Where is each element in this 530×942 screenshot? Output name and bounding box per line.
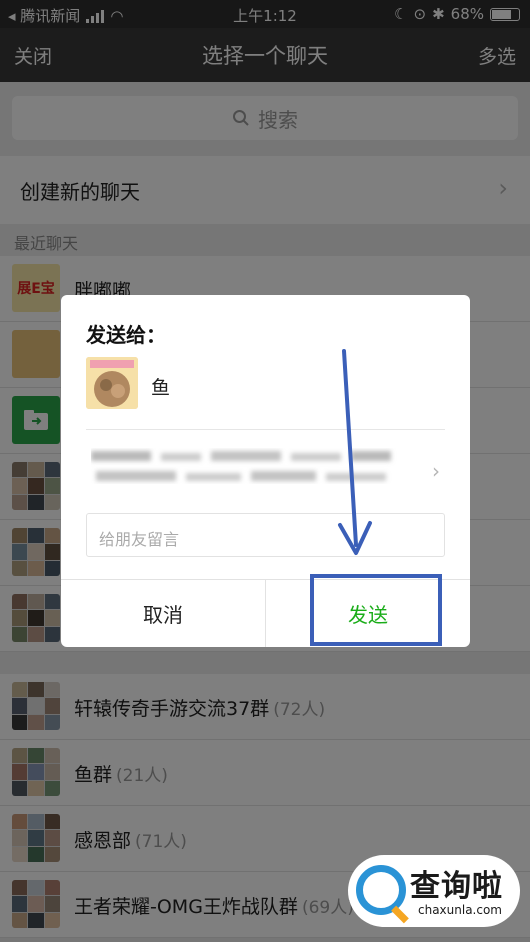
recipient-name: 鱼 <box>151 377 171 399</box>
highlight-box <box>310 574 442 646</box>
watermark-url: chaxunla.com <box>418 903 502 917</box>
chevron-right-icon: › <box>432 459 440 483</box>
recipient-avatar <box>86 357 138 409</box>
avatar-photo-icon <box>86 357 138 409</box>
cancel-label: 取消 <box>143 602 183 627</box>
message-placeholder: 给朋友留言 <box>99 530 180 549</box>
annotation-arrow-icon <box>338 349 372 555</box>
message-input[interactable]: 给朋友留言 <box>86 513 445 557</box>
watermark-title: 查询啦 <box>410 869 503 904</box>
watermark-logo: 查询啦 chaxunla.com <box>348 855 520 927</box>
cancel-button[interactable]: 取消 <box>61 579 265 647</box>
dialog-heading: 发送给： <box>86 323 166 347</box>
divider <box>86 429 445 430</box>
magnifier-logo-icon <box>356 865 406 915</box>
